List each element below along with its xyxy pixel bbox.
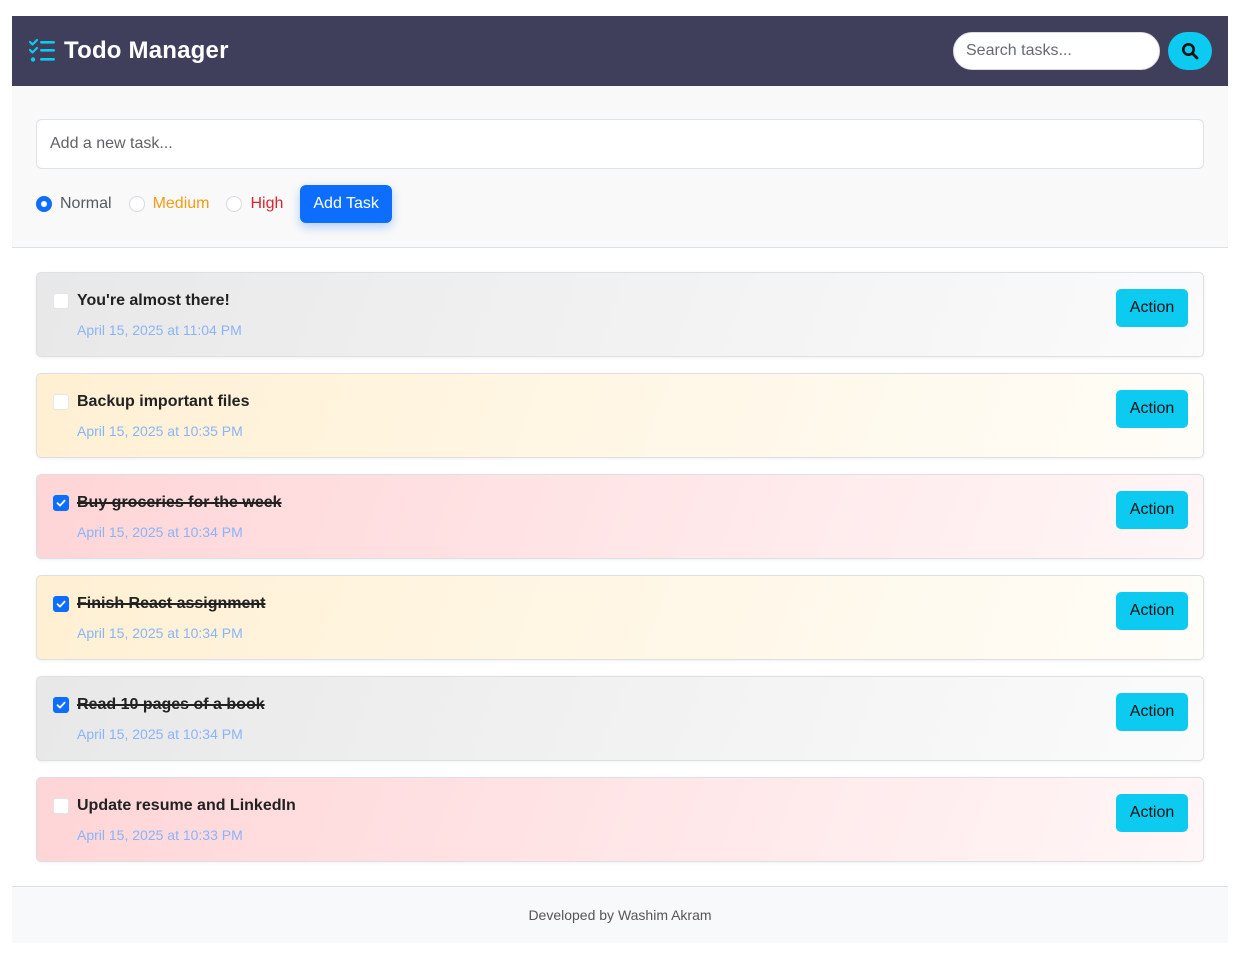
search-button[interactable] [1168, 32, 1212, 70]
priority-normal-radio[interactable] [36, 196, 52, 212]
task-card: Finish React assignment April 15, 2025 a… [36, 575, 1204, 660]
task-list: You're almost there! April 15, 2025 at 1… [36, 272, 1204, 878]
task-checkbox[interactable] [53, 293, 69, 309]
search-input[interactable] [953, 32, 1160, 70]
task-action-button[interactable]: Action [1116, 592, 1188, 630]
task-date: April 15, 2025 at 10:34 PM [77, 726, 243, 742]
task-checkbox[interactable] [53, 596, 69, 612]
todo-app: Todo Manager Normal Medium High [12, 16, 1228, 943]
add-task-button[interactable]: Add Task [300, 185, 392, 223]
search-icon [1182, 43, 1199, 60]
priority-medium-label: Medium [152, 195, 210, 212]
task-title: Read 10 pages of a book [77, 696, 265, 713]
task-checkbox[interactable] [53, 697, 69, 713]
task-title: Finish React assignment [77, 595, 266, 612]
priority-medium-option[interactable]: Medium [128, 195, 210, 213]
task-date: April 15, 2025 at 10:34 PM [77, 524, 243, 540]
task-title: Update resume and LinkedIn [77, 797, 296, 814]
task-title: Backup important files [77, 393, 250, 410]
check-icon [56, 600, 66, 608]
task-title: Buy groceries for the week [77, 494, 282, 511]
task-action-button[interactable]: Action [1116, 289, 1188, 327]
task-card: Buy groceries for the week April 15, 202… [36, 474, 1204, 559]
add-task-panel: Normal Medium High Add Task [12, 86, 1228, 248]
priority-high-option[interactable]: High [226, 195, 283, 213]
priority-high-label: High [250, 195, 284, 212]
check-icon [56, 499, 66, 507]
priority-normal-label: Normal [60, 195, 112, 212]
priority-medium-radio[interactable] [128, 196, 145, 212]
task-card: Update resume and LinkedIn April 15, 202… [36, 777, 1204, 862]
footer: Developed by Washim Akram [12, 886, 1228, 943]
task-card: Read 10 pages of a book April 15, 2025 a… [36, 676, 1204, 761]
app-title: Todo Manager [64, 37, 229, 64]
task-action-button[interactable]: Action [1116, 794, 1188, 832]
list-check-icon [28, 38, 55, 62]
header-bar: Todo Manager [12, 16, 1228, 86]
priority-high-radio[interactable] [226, 196, 243, 212]
task-checkbox[interactable] [53, 495, 69, 511]
task-action-button[interactable]: Action [1116, 390, 1188, 428]
brand: Todo Manager [28, 16, 229, 86]
task-card: You're almost there! April 15, 2025 at 1… [36, 272, 1204, 357]
task-date: April 15, 2025 at 11:04 PM [77, 322, 242, 338]
priority-normal-option[interactable]: Normal [36, 195, 112, 213]
task-checkbox[interactable] [53, 394, 69, 410]
task-card: Backup important files April 15, 2025 at… [36, 373, 1204, 458]
task-date: April 15, 2025 at 10:34 PM [77, 625, 243, 641]
task-action-button[interactable]: Action [1116, 693, 1188, 731]
check-icon [56, 701, 66, 709]
task-date: April 15, 2025 at 10:35 PM [77, 423, 243, 439]
new-task-input[interactable] [36, 119, 1204, 169]
task-date: April 15, 2025 at 10:33 PM [77, 827, 243, 843]
priority-selector: Normal Medium High Add Task [36, 185, 392, 223]
task-title: You're almost there! [77, 292, 230, 309]
task-action-button[interactable]: Action [1116, 491, 1188, 529]
task-checkbox[interactable] [53, 798, 69, 814]
footer-credit: Developed by Washim Akram [528, 907, 712, 923]
